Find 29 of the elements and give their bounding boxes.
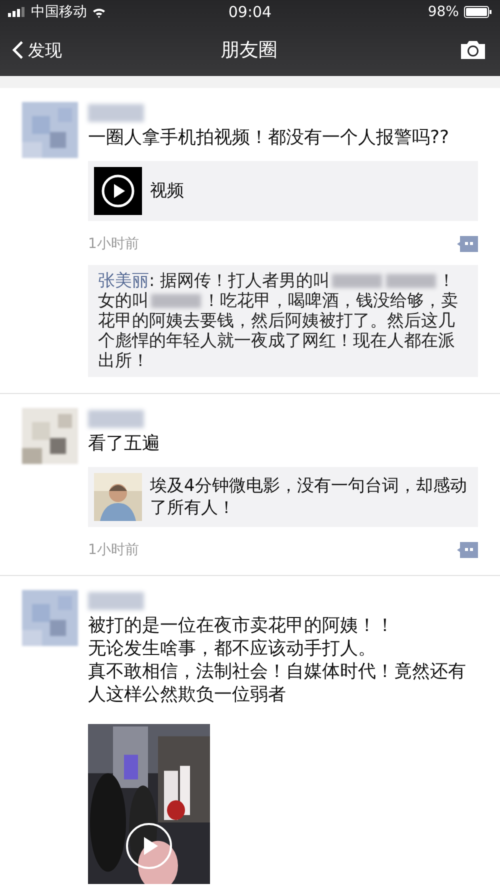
link-title: 视频 — [150, 180, 184, 202]
camera-icon[interactable] — [460, 40, 486, 60]
clock-time: 09:04 — [228, 3, 272, 21]
article-link-card[interactable]: 埃及4分钟微电影，没有一句台词，却感动了所有人！ — [88, 467, 478, 527]
battery-icon — [464, 6, 492, 18]
post-text: 被打的是一位在夜市卖花甲的阿姨！！ — [88, 614, 395, 637]
comment-icon[interactable] — [456, 542, 478, 558]
comment-text: 张美丽: 据网传！打人者男的叫 ！女的叫 ！吃花甲，喝啤酒，钱没给够，卖花甲的阿姨去要钱，然后阿姨被打了。然后这几个彪悍的年轻人就一夜成了网红！现在人都在派出所！ — [98, 271, 459, 371]
play-icon[interactable] — [125, 822, 173, 870]
link-title: 埃及4分钟微电影，没有一句台词，却感动了所有人！ — [150, 475, 468, 519]
comment-icon[interactable] — [456, 236, 478, 252]
wifi-icon — [92, 6, 106, 18]
page-title: 朋友圈 — [220, 38, 278, 63]
battery-percent: 98% — [428, 4, 459, 20]
video-link-card[interactable]: 视频 — [88, 161, 478, 221]
post-text: 一圈人拿手机拍视频！都没有一个人报警吗?? — [88, 126, 450, 149]
back-button[interactable]: 发现 — [12, 38, 102, 62]
post-time: 1小时前 — [88, 541, 139, 559]
post-text: 真不敢相信，法制社会！自媒体时代！竟然还有人这样公然欺负一位弱者 — [88, 660, 467, 706]
blurred-name — [88, 410, 144, 428]
signal-icon — [8, 7, 26, 17]
post-text: 无论发生啥事，都不应该动手打人。 — [88, 637, 377, 660]
play-icon — [94, 167, 142, 215]
blurred-name — [88, 104, 144, 122]
back-icon — [12, 40, 24, 60]
post-time: 1小时前 — [88, 235, 139, 253]
blurred-name — [88, 592, 144, 610]
post-text: 看了五遍 — [88, 432, 161, 455]
carrier-name: 中国移动 — [31, 3, 87, 21]
